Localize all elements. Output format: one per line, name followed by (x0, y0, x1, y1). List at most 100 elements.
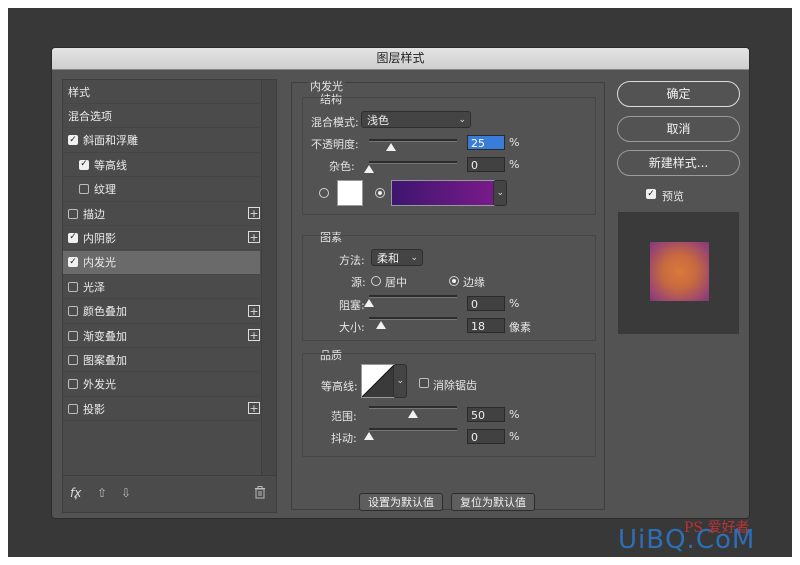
style-checkbox[interactable] (68, 354, 78, 365)
style-list-footer: fx ▾ ⇧ ⇩ (63, 475, 276, 512)
style-list-item[interactable]: 样式 (63, 80, 260, 104)
style-list-item[interactable]: 内阴影 + (63, 226, 260, 251)
style-list-item[interactable]: 描边 + (63, 202, 260, 226)
style-list-item[interactable]: 内发光 (63, 250, 260, 275)
gradient-mode-radio[interactable] (375, 188, 385, 198)
style-checkbox[interactable] (68, 232, 78, 243)
add-effect-icon[interactable]: + (248, 329, 260, 341)
style-checkbox[interactable] (68, 306, 78, 317)
add-effect-icon[interactable]: + (248, 231, 260, 244)
range-input[interactable]: 50 (467, 407, 505, 422)
style-list-label: 投影 (83, 402, 105, 416)
opacity-unit: % (509, 136, 520, 149)
layer-style-dialog: 图层样式 样式混合选项斜面和浮雕等高线纹理描边+内阴影+内发光光泽颜色叠加+渐变… (51, 47, 750, 519)
glow-color-swatch[interactable] (337, 180, 363, 206)
trash-icon[interactable] (254, 486, 266, 502)
style-checkbox[interactable] (68, 257, 78, 268)
style-list-item[interactable]: 等高线 (63, 153, 260, 178)
noise-input[interactable]: 0 (467, 157, 505, 172)
preview-thumbnail (618, 212, 739, 334)
preview-checkbox[interactable] (646, 189, 656, 199)
glow-gradient-swatch[interactable] (391, 180, 495, 206)
reset-default-button[interactable]: 复位为默认值 (451, 493, 535, 511)
arrow-down-icon[interactable]: ⇩ (121, 486, 131, 500)
source-edge-label: 边缘 (463, 276, 485, 289)
style-checkbox[interactable] (79, 159, 89, 170)
style-list-item[interactable]: 颜色叠加 + (63, 300, 260, 324)
chevron-down-icon: ⌄ (396, 376, 404, 386)
opacity-input[interactable]: 25 (467, 135, 505, 150)
choke-slider-thumb[interactable] (364, 299, 374, 307)
style-list-label: 内发光 (83, 256, 116, 270)
style-list-label: 描边 (83, 207, 105, 221)
range-slider-thumb[interactable] (408, 410, 418, 418)
jitter-label: 抖动: (331, 432, 357, 445)
style-list-label: 等高线 (94, 158, 127, 172)
list-scrollbar[interactable] (261, 80, 276, 475)
source-label: 源: (351, 276, 366, 289)
style-list-item[interactable]: 纹理 (63, 178, 260, 202)
ok-button[interactable]: 确定 (617, 81, 740, 107)
style-list-item[interactable]: 斜面和浮雕 (63, 129, 260, 153)
style-list-label: 颜色叠加 (83, 305, 127, 319)
add-effect-icon[interactable]: + (248, 304, 260, 317)
chevron-down-icon: ⌄ (410, 253, 418, 263)
size-slider-thumb[interactable] (376, 321, 386, 329)
method-label: 方法: (339, 254, 365, 267)
style-list-label: 图案叠加 (83, 353, 127, 367)
set-default-button[interactable]: 设置为默认值 (359, 493, 443, 511)
style-checkbox[interactable] (68, 135, 78, 146)
size-label: 大小: (339, 321, 365, 334)
jitter-input[interactable]: 0 (467, 429, 505, 444)
color-mode-radio[interactable] (319, 188, 329, 198)
add-effect-icon[interactable]: + (248, 402, 260, 415)
size-input[interactable]: 18 (467, 318, 505, 333)
noise-label: 杂色: (329, 160, 355, 173)
style-checkbox[interactable] (68, 281, 78, 292)
method-select[interactable]: 柔和 ⌄ (371, 249, 423, 266)
contour-label: 等高线: (321, 380, 358, 393)
style-list-label: 混合选项 (68, 109, 112, 123)
opacity-label: 不透明度: (311, 138, 359, 151)
noise-slider-track[interactable] (369, 161, 457, 164)
choke-slider-track[interactable] (369, 295, 457, 298)
inner-glow-panel: 内发光 结构 混合模式: 浅色 ⌄ 不透明度: 25 % 杂色: 0 % ⌄ 图… (291, 78, 605, 511)
opacity-slider-track[interactable] (369, 139, 457, 142)
jitter-slider-thumb[interactable] (364, 432, 374, 440)
style-checkbox[interactable] (68, 403, 78, 414)
style-list-label: 样式 (68, 85, 90, 99)
gradient-dropdown[interactable]: ⌄ (493, 180, 507, 206)
arrow-up-icon[interactable]: ⇧ (97, 486, 107, 500)
source-center-radio[interactable] (371, 276, 381, 286)
style-list-item[interactable]: 光泽 (63, 275, 260, 300)
size-slider-track[interactable] (369, 317, 457, 320)
new-style-button[interactable]: 新建样式... (617, 150, 740, 176)
contour-preview[interactable] (361, 364, 395, 398)
source-center-label: 居中 (385, 276, 407, 289)
style-list-item[interactable]: 混合选项 (63, 104, 260, 129)
style-checkbox[interactable] (68, 208, 78, 219)
blend-mode-select[interactable]: 浅色 ⌄ (361, 111, 471, 128)
range-slider-track[interactable] (369, 406, 457, 409)
blend-mode-label: 混合模式: (311, 116, 359, 129)
style-list-item[interactable]: 渐变叠加 + (63, 324, 260, 348)
style-list-label: 外发光 (83, 378, 116, 392)
style-list-item[interactable]: 外发光 (63, 373, 260, 397)
antialias-label: 消除锯齿 (433, 379, 477, 392)
fx-dropdown-icon[interactable]: ▾ (74, 494, 78, 502)
style-list-item[interactable]: 投影 + (63, 397, 260, 422)
source-edge-radio[interactable] (449, 276, 459, 286)
noise-slider-thumb[interactable] (364, 165, 374, 173)
contour-dropdown[interactable]: ⌄ (393, 364, 407, 398)
style-checkbox[interactable] (68, 330, 78, 341)
add-effect-icon[interactable]: + (248, 207, 260, 219)
opacity-slider-thumb[interactable] (386, 143, 396, 151)
chevron-down-icon: ⌄ (496, 188, 504, 198)
antialias-checkbox[interactable] (419, 378, 429, 388)
cancel-button[interactable]: 取消 (617, 116, 740, 142)
style-list-item[interactable]: 图案叠加 (63, 348, 260, 373)
style-checkbox[interactable] (68, 379, 78, 390)
style-checkbox[interactable] (79, 184, 89, 195)
jitter-slider-track[interactable] (369, 428, 457, 431)
choke-input[interactable]: 0 (467, 296, 505, 311)
